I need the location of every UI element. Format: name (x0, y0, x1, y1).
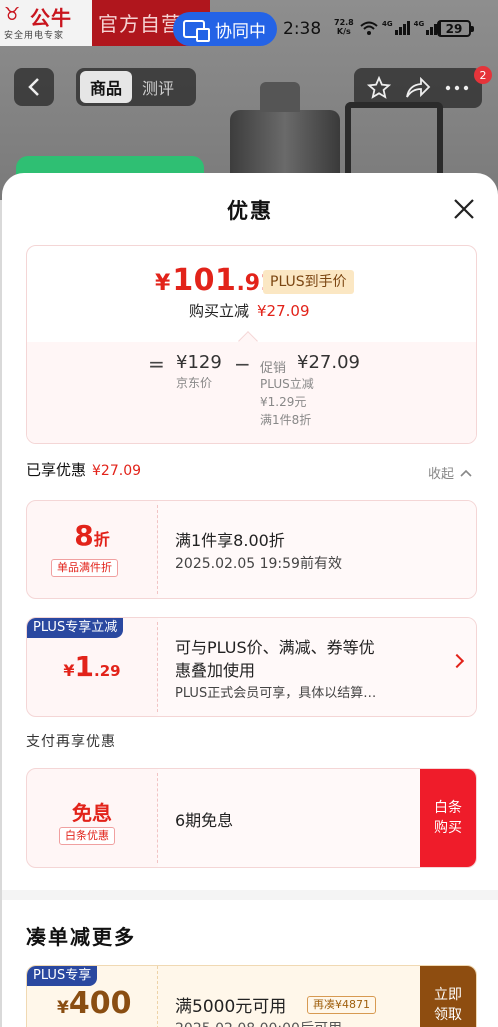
promo-detail: ¥1.29元 (260, 395, 307, 409)
coupon-big-value: 8折 (27, 519, 157, 552)
more-icon[interactable] (445, 85, 469, 91)
signal-label-2: 4G (413, 20, 425, 28)
instant-discount: 购买立减 ¥27.09 (189, 300, 310, 321)
enjoyed-value: ¥27.09 (92, 463, 142, 479)
promo-value: ¥27.09 (297, 352, 360, 373)
tab-product[interactable]: 商品 (80, 71, 133, 103)
coupon-big-value: ¥1.29 (27, 650, 157, 683)
sheet-title: 优惠 (227, 199, 273, 223)
plus-price-tag: PLUS到手价 (263, 270, 354, 294)
chevron-up-icon (460, 469, 472, 477)
coupon-title: 满1件享8.00折 (175, 531, 285, 550)
battery-indicator: 29 (437, 20, 474, 37)
coupon-plus-instant[interactable]: PLUS专享立减 ¥1.29 可与PLUS价、满减、券等优 惠叠加使用 PLUS… (26, 617, 477, 717)
network-speed-value: 72.8 (334, 18, 354, 27)
star-icon[interactable] (367, 76, 391, 100)
final-price: ¥ 101 .91 (155, 263, 275, 298)
coupon-discount-number: 8 (74, 519, 94, 552)
coupon-currency: ¥ (63, 661, 75, 680)
multi-screen-icon (183, 20, 210, 42)
price-integer: 101 (172, 263, 237, 298)
coupon-type-tag: 白条优惠 (59, 827, 115, 845)
coupon-amount-decimal: .29 (94, 662, 121, 680)
jd-price-label: 京东价 (176, 376, 213, 390)
signal-label-1: 4G (382, 20, 393, 28)
coupon-amount-value: 400 (68, 986, 132, 1021)
pay-section-label: 支付再享优惠 (26, 734, 116, 750)
collab-label: 协同中 (215, 21, 266, 42)
instant-discount-value: ¥27.09 (257, 302, 310, 320)
coupon-amount: ¥400 (57, 986, 131, 1021)
minus-sign: − (234, 352, 251, 376)
product-page-background: ♉ 公牛 安全用电专家 官方自营 协同中 2:38 72.8 K/s 4G 4G… (0, 0, 498, 200)
currency-symbol: ¥ (155, 271, 171, 296)
wifi-icon (360, 21, 378, 35)
promo-detail: PLUS立减 (260, 377, 314, 391)
coupon-type-tag: 单品满件折 (51, 559, 118, 577)
brand-logo: ♉ 公牛 安全用电专家 (0, 0, 92, 46)
jd-price: ¥129 (176, 352, 222, 373)
coupon-divider (157, 966, 158, 1027)
promo-detail: 满1件8折 (260, 413, 312, 427)
coupon-plus-400[interactable]: PLUS专享 ¥400 满5000元可用 再凑¥4871 2025.02.08 … (26, 965, 477, 1027)
coupon-currency: ¥ (57, 998, 69, 1018)
network-speed-unit: K/s (336, 27, 351, 36)
top-tabs: 商品 测评 (76, 68, 196, 106)
coupon-note: PLUS正式会员可享，具体以结算… (175, 686, 377, 701)
baitiao-buy-button[interactable]: 白条购买 (420, 769, 476, 867)
coupon-title-line2: 惠叠加使用 (175, 661, 256, 680)
status-time: 2:38 (283, 19, 322, 39)
back-button[interactable] (14, 68, 54, 106)
plus-exclusive-badge: PLUS专享 (27, 966, 98, 986)
claim-coupon-button[interactable]: 立即领取 (420, 966, 476, 1027)
plus-exclusive-badge: PLUS专享立减 (27, 618, 124, 638)
tab-review[interactable]: 测评 (138, 71, 178, 103)
section-separator (2, 890, 498, 900)
more-discounts-title: 凑单减更多 (26, 925, 136, 949)
share-icon[interactable] (405, 77, 431, 99)
price-breakdown-lower (27, 342, 476, 443)
coupon-discount-suffix: 折 (93, 530, 110, 549)
status-icons: 4G 4G (360, 20, 442, 35)
notification-badge: 2 (474, 66, 492, 84)
coupon-divider (157, 773, 158, 863)
coupon-amount: 1 (74, 650, 95, 683)
network-speed: 72.8 K/s (334, 18, 354, 36)
price-breakdown-card: ¥ 101 .91 PLUS到手价 购买立减 ¥27.09 = ¥129 京东价 … (26, 245, 477, 444)
coupon-divider (157, 622, 158, 712)
enjoyed-discount: 已享优惠 ¥27.09 (26, 459, 141, 480)
coupon-baitiao[interactable]: 免息 白条优惠 6期免息 白条购买 (26, 768, 477, 868)
coupon-start-date: 2025.02.08 00:00后可用 (175, 1018, 342, 1027)
enjoyed-label: 已享优惠 (26, 461, 87, 479)
brand-slogan: 安全用电专家 (4, 31, 65, 41)
add-on-tag: 再凑¥4871 (307, 996, 376, 1014)
close-icon[interactable] (452, 197, 476, 221)
brand-name: 公牛 (30, 6, 72, 30)
bull-logo-icon: ♉ (4, 4, 21, 25)
discount-sheet: 优惠 ¥ 101 .91 PLUS到手价 购买立减 ¥27.09 = ¥129 京… (2, 173, 498, 1027)
collapse-button[interactable]: 收起 (428, 463, 472, 482)
promo-label: 促销 (260, 361, 287, 376)
coupon-divider (157, 505, 158, 594)
collapse-label: 收起 (428, 467, 455, 482)
coupon-title: 6期免息 (175, 811, 234, 830)
equals-sign: = (148, 352, 165, 376)
coupon-interest-free: 免息 (72, 801, 112, 825)
collab-status-pill[interactable]: 协同中 (173, 12, 277, 46)
instant-discount-label: 购买立减 (189, 302, 250, 320)
coupon-title: 满5000元可用 (175, 997, 287, 1017)
signal-bars-icon (394, 20, 410, 35)
coupon-title-line1: 可与PLUS价、满减、券等优 (175, 638, 375, 657)
coupon-expiry: 2025.02.05 19:59前有效 (175, 556, 342, 572)
chevron-left-icon (28, 78, 39, 96)
coupon-discount-8[interactable]: 8折 单品满件折 满1件享8.00折 2025.02.05 19:59前有效 (26, 500, 477, 599)
